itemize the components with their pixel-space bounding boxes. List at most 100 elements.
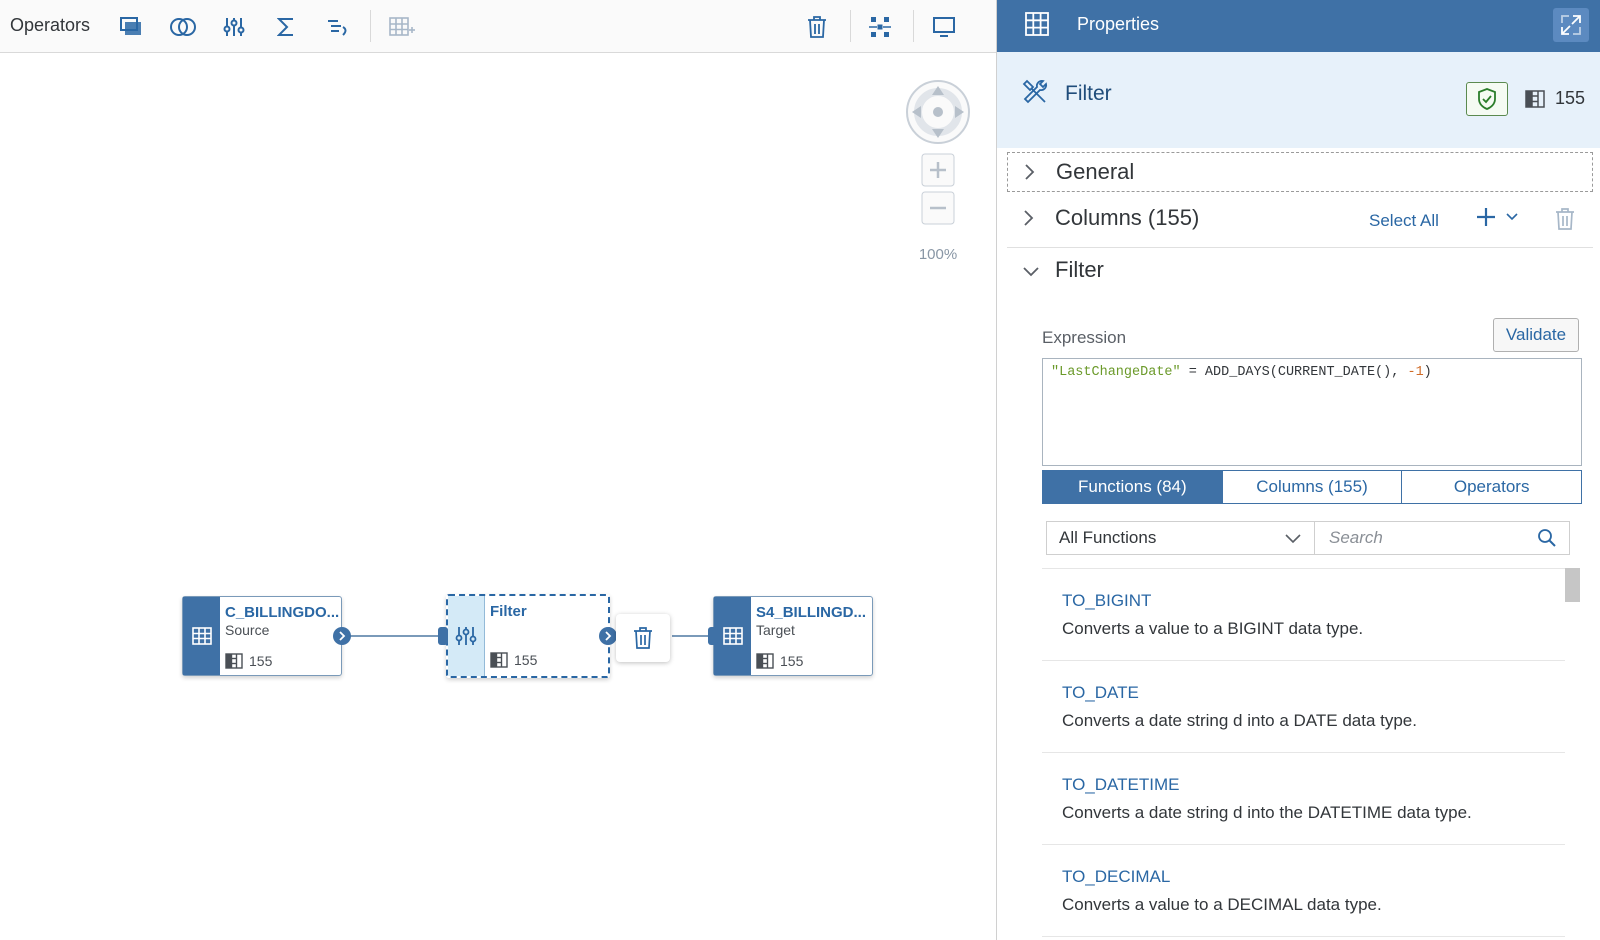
input-port[interactable]	[708, 627, 718, 645]
list-item[interactable]: TO_DATE Converts a date string d into a …	[1042, 661, 1565, 753]
expression-label: Expression	[1042, 328, 1127, 347]
function-search	[1314, 521, 1570, 555]
filter-icon[interactable]	[219, 12, 249, 42]
node-name: S4_BILLINGD...	[756, 604, 867, 621]
filter-icon	[448, 596, 485, 676]
function-description: Converts a date string d into a DATE dat…	[1062, 711, 1417, 730]
operators-toolbar: Operators	[0, 0, 996, 53]
node-column-count: 155	[225, 653, 272, 669]
table-icon	[1025, 12, 1049, 36]
filter-node[interactable]: Filter 155	[446, 594, 610, 678]
validation-status-button[interactable]	[1466, 82, 1508, 116]
delete-icon	[634, 627, 652, 649]
preview-icon[interactable]	[929, 12, 959, 42]
columns-icon	[1525, 89, 1545, 108]
zoom-in-button[interactable]	[920, 152, 956, 188]
toolbar-title: Operators	[10, 15, 91, 35]
node-column-count: 155	[490, 652, 537, 668]
toolbar-separator	[370, 10, 371, 42]
node-name: C_BILLINGDO...	[225, 604, 340, 621]
source-node[interactable]: C_BILLINGDO... Source 155	[182, 596, 342, 676]
aggregation-icon[interactable]	[271, 12, 301, 42]
delete-icon[interactable]	[802, 12, 832, 42]
node-column-count: 155	[756, 653, 803, 669]
list-item[interactable]: TO_DECIMAL Converts a value to a DECIMAL…	[1042, 845, 1565, 937]
list-item[interactable]: TO_DATETIME Converts a date string d int…	[1042, 753, 1565, 845]
expression-editor[interactable]: "LastChangeDate" = ADD_DAYS(CURRENT_DATE…	[1042, 358, 1582, 466]
search-input[interactable]	[1327, 527, 1527, 549]
section-title: General	[1056, 159, 1135, 184]
chevron-down-icon	[1023, 267, 1039, 277]
expand-panel-button[interactable]	[1553, 8, 1589, 42]
shield-check-icon	[1478, 88, 1496, 110]
columns-icon	[225, 653, 243, 669]
list-item[interactable]: TO_BIGINT Converts a value to a BIGINT d…	[1042, 569, 1565, 661]
expression-code-token: )	[1423, 365, 1432, 380]
expand-icon	[1561, 15, 1581, 35]
chevron-down-icon	[1506, 213, 1518, 221]
validate-button[interactable]: Validate	[1493, 318, 1579, 352]
target-node[interactable]: S4_BILLINGD... Target 155	[713, 596, 873, 676]
expression-helper-tabs: Functions (84) Columns (155) Operators	[1042, 470, 1582, 504]
node-type: Source	[225, 622, 270, 638]
calculated-column-icon[interactable]	[323, 12, 353, 42]
table-icon	[714, 597, 751, 675]
connection-line	[349, 635, 445, 637]
output-port[interactable]	[599, 627, 617, 645]
node-name: Filter	[490, 603, 527, 620]
node-delete-button[interactable]	[616, 614, 670, 662]
table-icon	[183, 597, 220, 675]
tools-icon	[1022, 79, 1047, 104]
section-title: Columns (155)	[1055, 205, 1200, 230]
section-columns[interactable]: Columns (155) Select All	[1007, 196, 1593, 248]
auto-layout-icon[interactable]	[865, 12, 895, 42]
scrollbar-thumb[interactable]	[1565, 568, 1580, 602]
function-category-select[interactable]: All Functions	[1046, 521, 1314, 555]
plus-icon	[1477, 208, 1495, 226]
toolbar-separator	[913, 10, 914, 42]
section-title: Filter	[1055, 257, 1104, 282]
chevron-right-icon	[1025, 164, 1035, 180]
function-name: TO_DATETIME	[1062, 775, 1180, 794]
expression-code-token: = ADD_DAYS(CURRENT_DATE(),	[1180, 365, 1408, 380]
chevron-down-icon	[1285, 534, 1301, 544]
tab-columns[interactable]: Columns (155)	[1223, 471, 1403, 503]
expression-number-token: -1	[1407, 365, 1424, 380]
function-description: Converts a value to a BIGINT data type.	[1062, 619, 1364, 638]
expression-string-token: "LastChangeDate"	[1051, 365, 1181, 380]
columns-icon	[490, 652, 508, 668]
function-name: TO_DECIMAL	[1062, 867, 1171, 886]
section-filter[interactable]: Filter	[1007, 256, 1593, 296]
node-type: Target	[756, 622, 795, 638]
operator-header: Filter 155	[997, 52, 1600, 148]
section-general[interactable]: General	[1007, 152, 1593, 192]
operator-name: Filter	[1065, 82, 1112, 105]
column-count: 155	[1525, 88, 1585, 109]
panel-title: Properties	[1077, 14, 1160, 34]
output-port[interactable]	[333, 627, 351, 645]
add-table-icon[interactable]	[387, 12, 417, 42]
zoom-out-button[interactable]	[920, 190, 956, 226]
tab-functions[interactable]: Functions (84)	[1043, 471, 1223, 503]
input-port[interactable]	[438, 627, 448, 645]
pan-control-icon[interactable]	[904, 78, 972, 146]
function-list[interactable]: TO_BIGINT Converts a value to a BIGINT d…	[1042, 568, 1565, 940]
zoom-level: 100%	[918, 246, 958, 263]
select-all-link[interactable]: Select All	[1369, 211, 1439, 231]
panel-header: Properties	[997, 0, 1600, 52]
function-name: TO_BIGINT	[1062, 591, 1152, 610]
add-column-button[interactable]	[1475, 206, 1519, 228]
function-name: TO_DATE	[1062, 683, 1139, 702]
diagram-canvas[interactable]	[0, 54, 996, 940]
chevron-right-icon	[1024, 210, 1034, 226]
search-icon[interactable]	[1537, 528, 1557, 548]
function-description: Converts a value to a DECIMAL data type.	[1062, 895, 1382, 914]
tab-operators[interactable]: Operators	[1402, 471, 1581, 503]
delete-icon[interactable]	[1555, 208, 1575, 230]
join-icon[interactable]	[168, 12, 198, 42]
selected-category: All Functions	[1059, 528, 1157, 547]
function-description: Converts a date string d into the DATETI…	[1062, 803, 1472, 822]
toolbar-separator	[850, 10, 851, 42]
columns-icon	[756, 653, 774, 669]
projection-icon[interactable]	[116, 12, 146, 42]
